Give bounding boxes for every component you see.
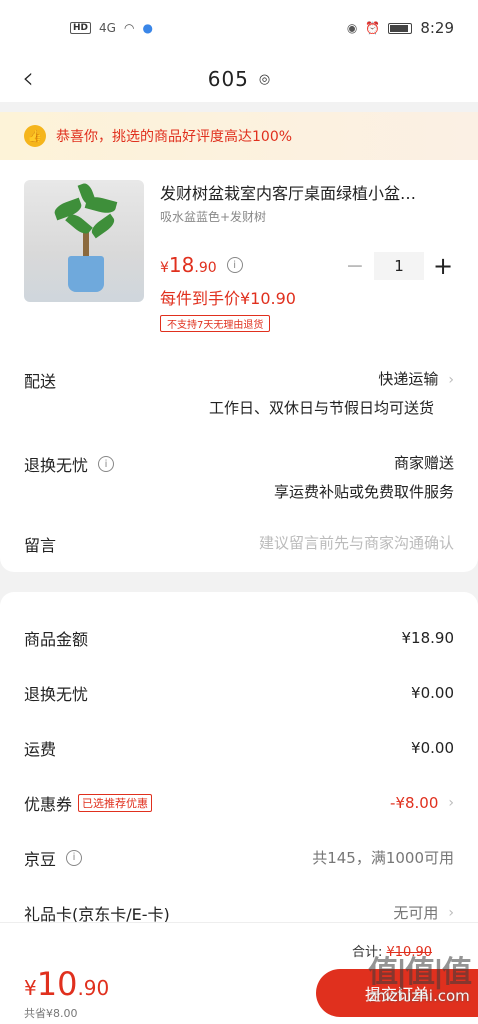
plant-pot [68,256,104,292]
chevron-right-icon: › [448,904,454,921]
summary-row-coupon[interactable]: 优惠券 已选推荐优惠 -¥8.00 › [24,775,454,830]
summary-label: 礼品卡(京东卡/E-卡) [24,904,170,924]
page-title: 605 [207,67,249,91]
summary-label: 运费 [24,739,57,759]
summary-value: 无可用 [393,904,439,922]
summary-row-returns: 退换无忧 ¥0.00 [24,665,454,720]
increase-quantity-button[interactable]: + [432,252,454,280]
jingdou-label-wrap: 京豆 i [24,846,83,870]
plant-leaf [88,213,118,239]
battery-icon [388,22,413,34]
remark-label: 留言 [24,536,57,555]
product-image[interactable] [24,180,144,302]
returns-label: 退换无忧 [24,456,89,475]
app-notification-icon: ● [142,21,153,35]
delivery-method: 快递运输 [378,370,439,388]
coupon-value-wrap: -¥8.00 › [390,794,454,812]
summary-value: ¥18.90 [401,628,455,647]
returns-info: 商家赠送 享运费补贴或免费取件服务 [274,452,454,502]
summary-row-goods: 商品金额 ¥18.90 [24,610,454,665]
no-return-tag: 不支持7天无理由退货 [160,315,271,332]
nav-bar: ‹ 605 ◎ [0,56,478,102]
product-variant: 吸水盆蓝色+发财树 [160,210,267,224]
saved-amount: 共省¥8.00 [24,1007,78,1020]
summary-value: 共145，满1000可用 [312,849,454,867]
location-icon[interactable]: ◎ [259,72,270,87]
giftcard-value-wrap: 无可用 › [393,902,454,923]
total-symbol: ¥ [24,976,37,1000]
summary-label: 优惠券 [24,794,73,814]
delivery-schedule: 工作日、双休日与节假日均可送货 [208,399,434,417]
summary-label: 京豆 [24,849,57,869]
alarm-icon: ⏰ [365,21,381,35]
total-decimal: .90 [77,976,110,1000]
signal-icon: 4G [99,21,116,35]
summary-row-jingdou[interactable]: 京豆 i 共145，满1000可用 [24,830,454,885]
returns-provider: 商家赠送 [393,454,454,472]
status-left: HD 4G ◠ ● [70,21,153,35]
delivery-info: 快递运输 › 工作日、双休日与节假日均可送货 [209,368,454,418]
total-price: ¥10.90 [24,965,109,1003]
jingdou-info-icon[interactable]: i [66,849,83,866]
eye-icon: ◉ [346,21,358,35]
back-icon[interactable]: ‹ [22,64,34,94]
status-right: ◉ ⏰ 8:29 [347,19,454,37]
summary-value: ¥0.00 [411,683,454,702]
summary-value: -¥8.00 [390,793,439,812]
summary-label: 商品金额 [24,629,89,649]
returns-desc: 享运费补贴或免费取件服务 [273,483,454,501]
remark-row[interactable]: 留言 建议留言前先与商家沟通确认 [24,532,454,556]
quantity-stepper: − 1 + [344,252,454,280]
thumbs-up-icon: 👍 [24,125,46,147]
status-bar: HD 4G ◠ ● ◉ ⏰ 8:29 [0,0,478,56]
summary-row-shipping: 运费 ¥0.00 [24,720,454,775]
returns-info-icon[interactable]: i [98,456,115,472]
returns-label-wrap: 退换无忧 i [24,452,115,476]
product-item: 发财树盆栽室内客厅桌面绿植小盆… 吸水盆蓝色+发财树 ¥18.90 i − 1 … [24,180,454,332]
remark-input[interactable]: 建议留言前先与商家沟通确认 [259,532,454,556]
wifi-icon: ◠ [123,21,135,35]
summary-value: ¥0.00 [411,738,454,757]
chevron-right-icon: › [448,372,454,388]
decrease-quantity-button[interactable]: − [344,254,366,279]
watermark-text: zhizhizhi.com [368,987,470,1005]
price-symbol: ¥ [160,260,169,276]
returns-row[interactable]: 退换无忧 i 商家赠送 享运费补贴或免费取件服务 [24,452,454,502]
banner-text: 恭喜你，挑选的商品好评度高达100% [56,129,293,145]
chevron-right-icon: › [448,794,454,811]
hd-icon: HD [70,22,92,34]
watermark-logo: 值|值|值 [368,955,472,990]
price-info-icon[interactable]: i [226,257,243,273]
delivery-label: 配送 [24,372,57,391]
clock-time: 8:29 [420,19,454,37]
summary-label: 退换无忧 [24,684,89,704]
net-price: 每件到手价¥10.90 [160,289,296,308]
product-title[interactable]: 发财树盆栽室内客厅桌面绿植小盆… [160,180,436,204]
product-info: 发财树盆栽室内客厅桌面绿植小盆… 吸水盆蓝色+发财树 ¥18.90 i − 1 … [160,180,454,332]
total-integer: 10 [36,965,78,1003]
quantity-value[interactable]: 1 [374,252,424,280]
price-integer: 18 [168,253,195,277]
coupon-tag: 已选推荐优惠 [78,793,153,812]
bottom-bar: 合计: ¥10.90 ¥10.90 共省¥8.00 提交订单 值|值|值 zhi… [0,922,478,1024]
delivery-row[interactable]: 配送 快递运输 › 工作日、双休日与节假日均可送货 [24,368,454,418]
order-card: 发财树盆栽室内客厅桌面绿植小盆… 吸水盆蓝色+发财树 ¥18.90 i − 1 … [0,160,478,572]
product-price: ¥18.90 [160,253,217,277]
price-decimal: .90 [194,260,217,276]
coupon-label-wrap: 优惠券 已选推荐优惠 [24,791,153,815]
praise-banner: 👍 恭喜你，挑选的商品好评度高达100% [0,112,478,160]
watermark: 值|值|值 zhizhizhi.com [368,947,472,1005]
